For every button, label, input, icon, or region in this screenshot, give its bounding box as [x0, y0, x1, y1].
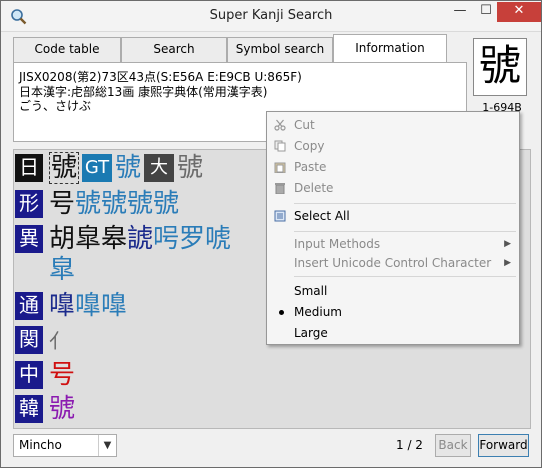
- gt-tag: GT: [82, 154, 113, 182]
- variant-badge: 異: [15, 225, 43, 253]
- variant-char[interactable]: ⺅: [49, 329, 69, 353]
- menu-item-input-methods[interactable]: Input Methods ▶: [267, 234, 519, 254]
- submenu-arrow-icon: ▶: [504, 258, 511, 268]
- variant-char[interactable]: 諕: [127, 224, 153, 254]
- select-all-icon: [274, 210, 286, 222]
- menu-item-large[interactable]: Large: [267, 323, 519, 343]
- back-button[interactable]: Back: [435, 434, 471, 457]
- radio-bullet-icon: [279, 310, 284, 315]
- menu-item-cut[interactable]: Cut: [267, 115, 519, 135]
- page-indicator: 1 / 2: [396, 438, 423, 452]
- variant-char[interactable]: 号: [49, 360, 75, 390]
- variant-char[interactable]: 號: [49, 394, 75, 424]
- menu-item-copy[interactable]: Copy: [267, 136, 519, 156]
- menu-item-delete[interactable]: Delete: [267, 178, 519, 198]
- copy-icon: [274, 140, 286, 152]
- variant-char[interactable]: 呺罗唬: [153, 224, 231, 254]
- variant-chars: 號 GT 號大號: [49, 152, 203, 184]
- variant-char[interactable]: 號號號號: [75, 189, 179, 219]
- tab-symbol-search[interactable]: Symbol search: [227, 37, 333, 62]
- variant-chars: 号號號號號: [49, 188, 179, 220]
- variant-badge: 形: [15, 190, 43, 218]
- variant-char-selected[interactable]: 號: [49, 152, 80, 184]
- trash-icon: [275, 183, 285, 194]
- title-bar: Super Kanji Search — ☐ ✕: [1, 1, 541, 32]
- menu-separator: [294, 203, 516, 204]
- font-select[interactable]: Mincho ▼: [13, 434, 117, 457]
- variant-char[interactable]: 嘷嘷: [75, 291, 127, 321]
- kanji-preview: 號: [473, 38, 527, 96]
- context-menu: Cut Copy Paste Delete Select All Input M…: [266, 111, 520, 345]
- variant-char[interactable]: 号: [49, 189, 75, 219]
- bottom-bar: Mincho ▼ 1 / 2 Back Forward: [1, 431, 541, 467]
- tab-code-table[interactable]: Code table: [13, 37, 121, 62]
- variant-char[interactable]: 胡皐皋: [49, 224, 127, 254]
- variant-chars: 嘷嘷嘷: [49, 290, 127, 322]
- variant-chars: 皐: [49, 254, 75, 286]
- variant-badge: 通: [15, 292, 43, 320]
- menu-separator: [294, 276, 516, 277]
- menu-item-small[interactable]: Small: [267, 281, 519, 301]
- menu-item-paste[interactable]: Paste: [267, 157, 519, 177]
- variant-badge: 関: [15, 326, 43, 354]
- dai-kanwa-tag: 大: [144, 154, 175, 182]
- variant-char[interactable]: 號: [177, 153, 203, 183]
- tab-information[interactable]: Information: [333, 34, 447, 63]
- variant-char[interactable]: 嘷: [49, 291, 75, 321]
- submenu-arrow-icon: ▶: [504, 239, 511, 249]
- app-window: Super Kanji Search — ☐ ✕ Code table Sear…: [0, 0, 542, 468]
- variant-badge: 日: [15, 154, 43, 182]
- tab-bar: Code table Search Symbol search Informat…: [13, 34, 467, 63]
- menu-item-select-all[interactable]: Select All: [267, 206, 519, 226]
- info-reading-line: ごう、さけぶ: [19, 99, 92, 113]
- variant-chars: 胡皐皋諕呺罗唬: [49, 223, 231, 255]
- minimize-button[interactable]: —: [447, 2, 473, 22]
- variant-badge: 韓: [15, 395, 43, 423]
- tab-search[interactable]: Search: [121, 37, 227, 62]
- menu-item-insert-unicode[interactable]: Insert Unicode Control Character ▶: [267, 253, 519, 273]
- variant-chars: 號: [49, 393, 75, 425]
- chevron-down-icon[interactable]: ▼: [98, 435, 116, 456]
- menu-item-medium[interactable]: Medium: [267, 302, 519, 322]
- paste-icon: [274, 162, 286, 173]
- variant-char[interactable]: 號: [115, 153, 141, 183]
- font-select-value: Mincho: [19, 438, 62, 452]
- menu-separator: [294, 231, 516, 232]
- maximize-button[interactable]: ☐: [473, 2, 499, 22]
- close-button[interactable]: ✕: [497, 2, 541, 22]
- forward-button[interactable]: Forward: [478, 434, 529, 457]
- variant-chars: 号: [49, 359, 75, 391]
- variant-chars: ⺅: [49, 324, 69, 357]
- variant-char[interactable]: 皐: [49, 255, 75, 285]
- variant-badge: 中: [15, 361, 43, 389]
- scissors-icon: [274, 119, 286, 131]
